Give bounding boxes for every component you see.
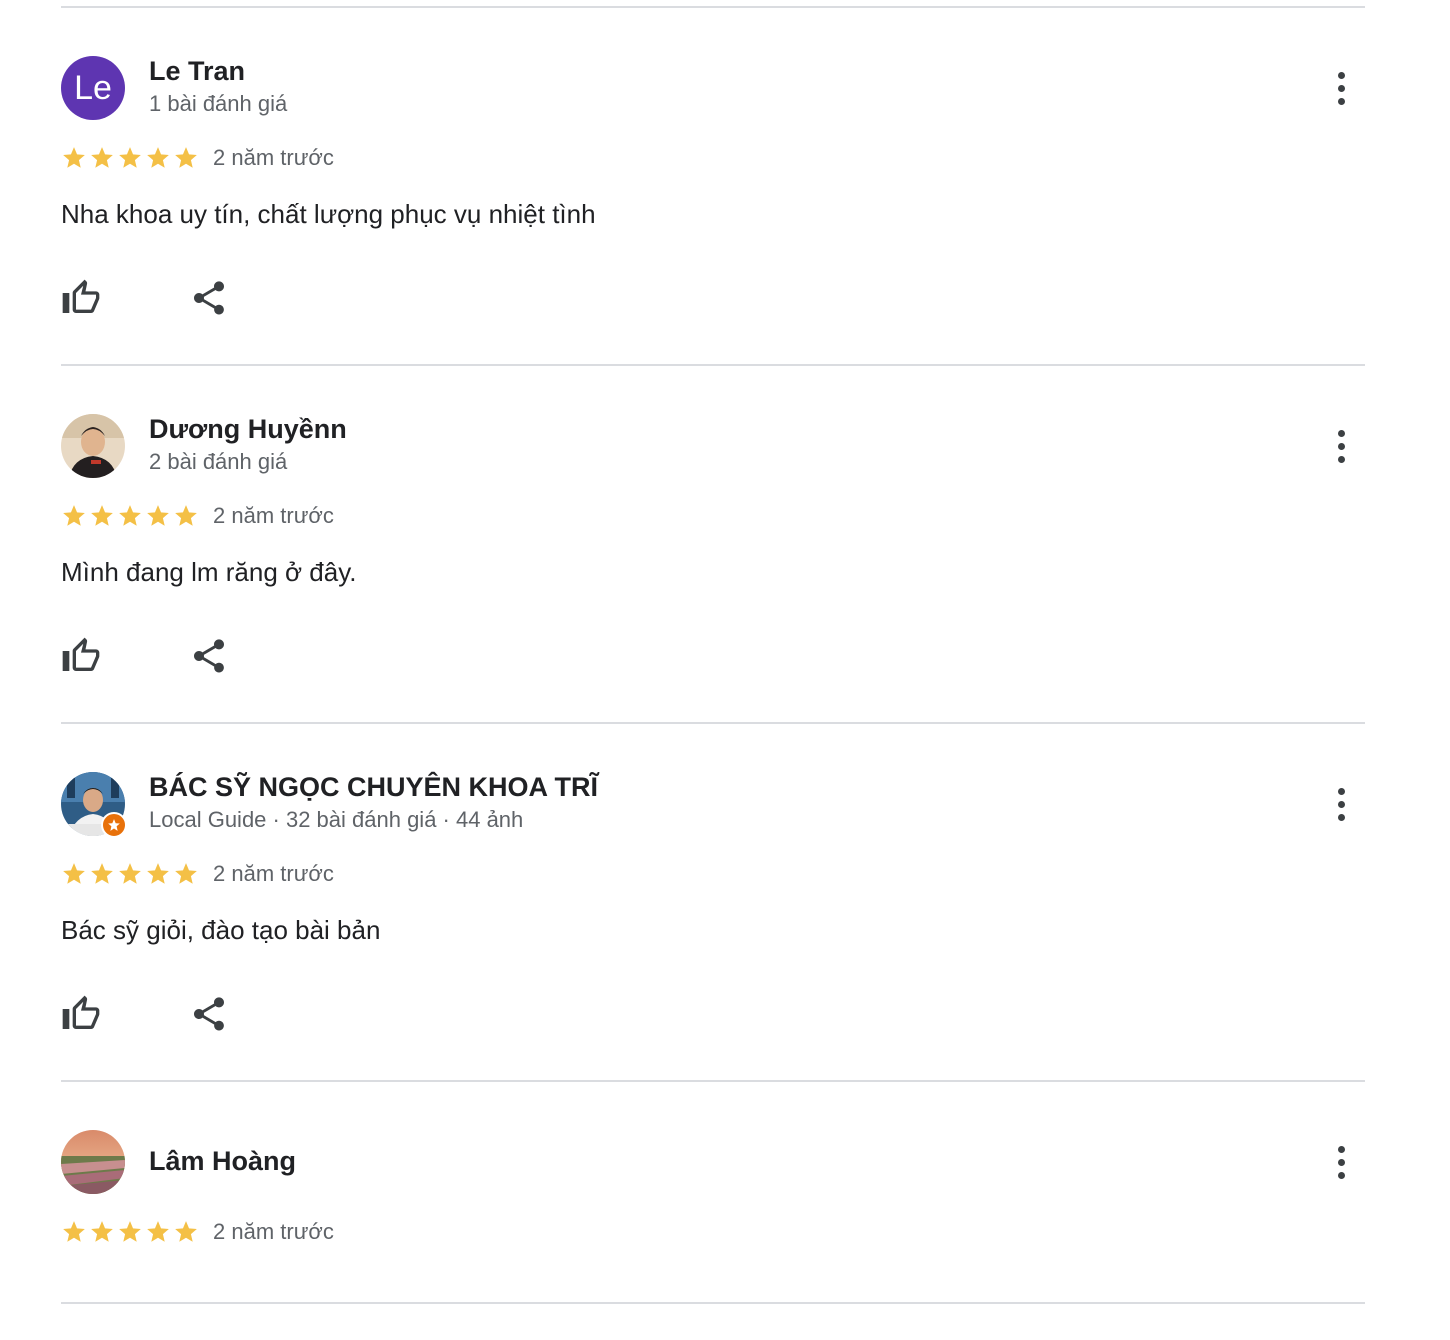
rating-row: 2 năm trước bbox=[61, 859, 334, 889]
review-text: Bác sỹ giỏi, đào tạo bài bản bbox=[61, 915, 381, 945]
star-icon bbox=[63, 505, 85, 526]
like-button[interactable] bbox=[61, 636, 101, 676]
divider bbox=[61, 364, 1365, 366]
share-icon bbox=[194, 281, 224, 315]
reviewer-name[interactable]: Dương Huyềnn bbox=[149, 414, 347, 445]
local-guide-badge-icon bbox=[101, 812, 127, 838]
review-time: 2 năm trước bbox=[213, 145, 334, 170]
review-text: Mình đang lm răng ở đây. bbox=[61, 557, 357, 587]
more-options-button[interactable] bbox=[1323, 66, 1359, 110]
more-vert-icon-dot bbox=[1337, 1171, 1345, 1179]
divider bbox=[61, 6, 1365, 8]
more-vert-icon bbox=[1337, 71, 1345, 79]
reviewer-name[interactable]: BÁC SỸ NGỌC CHUYÊN KHOA TRĨ bbox=[149, 772, 598, 803]
divider bbox=[61, 1080, 1365, 1082]
star-icon bbox=[119, 1221, 141, 1242]
like-button[interactable] bbox=[61, 278, 101, 318]
rating-row: 2 năm trước bbox=[61, 143, 334, 173]
star-icon bbox=[175, 1221, 197, 1242]
star-icon bbox=[91, 863, 113, 884]
reviewer-meta: 1 bài đánh giá bbox=[149, 91, 288, 116]
thumb-up-outline-icon bbox=[62, 995, 100, 1029]
more-vert-icon-dot bbox=[1337, 455, 1345, 463]
more-vert-icon bbox=[1337, 1145, 1345, 1153]
star-icon bbox=[63, 147, 85, 168]
more-options-button[interactable] bbox=[1323, 782, 1359, 826]
reviewer-name[interactable]: Lâm Hoàng bbox=[149, 1146, 296, 1177]
more-vert-icon-dot bbox=[1337, 97, 1345, 105]
star-icon bbox=[175, 505, 197, 526]
star-rating bbox=[61, 145, 199, 171]
more-vert-icon-dot bbox=[1337, 800, 1345, 808]
avatar[interactable] bbox=[61, 414, 125, 478]
share-button[interactable] bbox=[189, 994, 229, 1034]
star-icon bbox=[63, 1221, 85, 1242]
share-icon bbox=[194, 997, 224, 1031]
more-vert-icon bbox=[1337, 429, 1345, 437]
avatar-photo bbox=[61, 414, 125, 478]
more-vert-icon-dot bbox=[1337, 813, 1345, 821]
more-vert-icon-dot bbox=[1337, 1158, 1345, 1166]
avatar-photo bbox=[61, 1130, 125, 1194]
star-icon bbox=[91, 147, 113, 168]
star-icon bbox=[175, 863, 197, 884]
avatar[interactable] bbox=[61, 772, 127, 838]
star-rating bbox=[61, 861, 199, 887]
star-rating bbox=[61, 503, 199, 529]
avatar-initials: Le bbox=[61, 56, 125, 120]
thumb-up-outline-icon bbox=[62, 279, 100, 313]
star-icon bbox=[147, 147, 169, 168]
more-options-button[interactable] bbox=[1323, 424, 1359, 468]
review-text: Nha khoa uy tín, chất lượng phục vụ nhiệ… bbox=[61, 199, 596, 229]
rating-row: 2 năm trước bbox=[61, 501, 334, 531]
reviewer-meta: 2 bài đánh giá bbox=[149, 449, 288, 474]
star-icon bbox=[147, 863, 169, 884]
avatar[interactable]: Le bbox=[61, 56, 125, 120]
star-icon bbox=[119, 863, 141, 884]
reviewer-meta: Local Guide · 32 bài đánh giá · 44 ảnh bbox=[149, 807, 524, 832]
star-icon bbox=[175, 147, 197, 168]
star-rating bbox=[61, 1219, 199, 1245]
star-icon bbox=[91, 1221, 113, 1242]
star-icon bbox=[119, 147, 141, 168]
more-vert-icon bbox=[1337, 787, 1345, 795]
thumb-up-outline-icon bbox=[62, 637, 100, 671]
star-icon bbox=[147, 505, 169, 526]
review-time: 2 năm trước bbox=[213, 861, 334, 886]
rating-row: 2 năm trước bbox=[61, 1217, 334, 1247]
divider bbox=[61, 722, 1365, 724]
more-options-button[interactable] bbox=[1323, 1140, 1359, 1184]
star-icon bbox=[91, 505, 113, 526]
avatar[interactable] bbox=[61, 1130, 125, 1194]
star-icon bbox=[147, 1221, 169, 1242]
more-vert-icon-dot bbox=[1337, 442, 1345, 450]
like-button[interactable] bbox=[61, 994, 101, 1034]
star-icon bbox=[119, 505, 141, 526]
more-vert-icon-dot bbox=[1337, 84, 1345, 92]
star-icon bbox=[63, 863, 85, 884]
reviews-list: Le Le Tran 1 bài đánh giá 2 năm trước Nh… bbox=[0, 0, 1450, 1340]
reviewer-name[interactable]: Le Tran bbox=[149, 56, 245, 87]
review-time: 2 năm trước bbox=[213, 1219, 334, 1244]
share-button[interactable] bbox=[189, 278, 229, 318]
share-button[interactable] bbox=[189, 636, 229, 676]
review-time: 2 năm trước bbox=[213, 503, 334, 528]
share-icon bbox=[194, 639, 224, 673]
divider bbox=[61, 1302, 1365, 1304]
